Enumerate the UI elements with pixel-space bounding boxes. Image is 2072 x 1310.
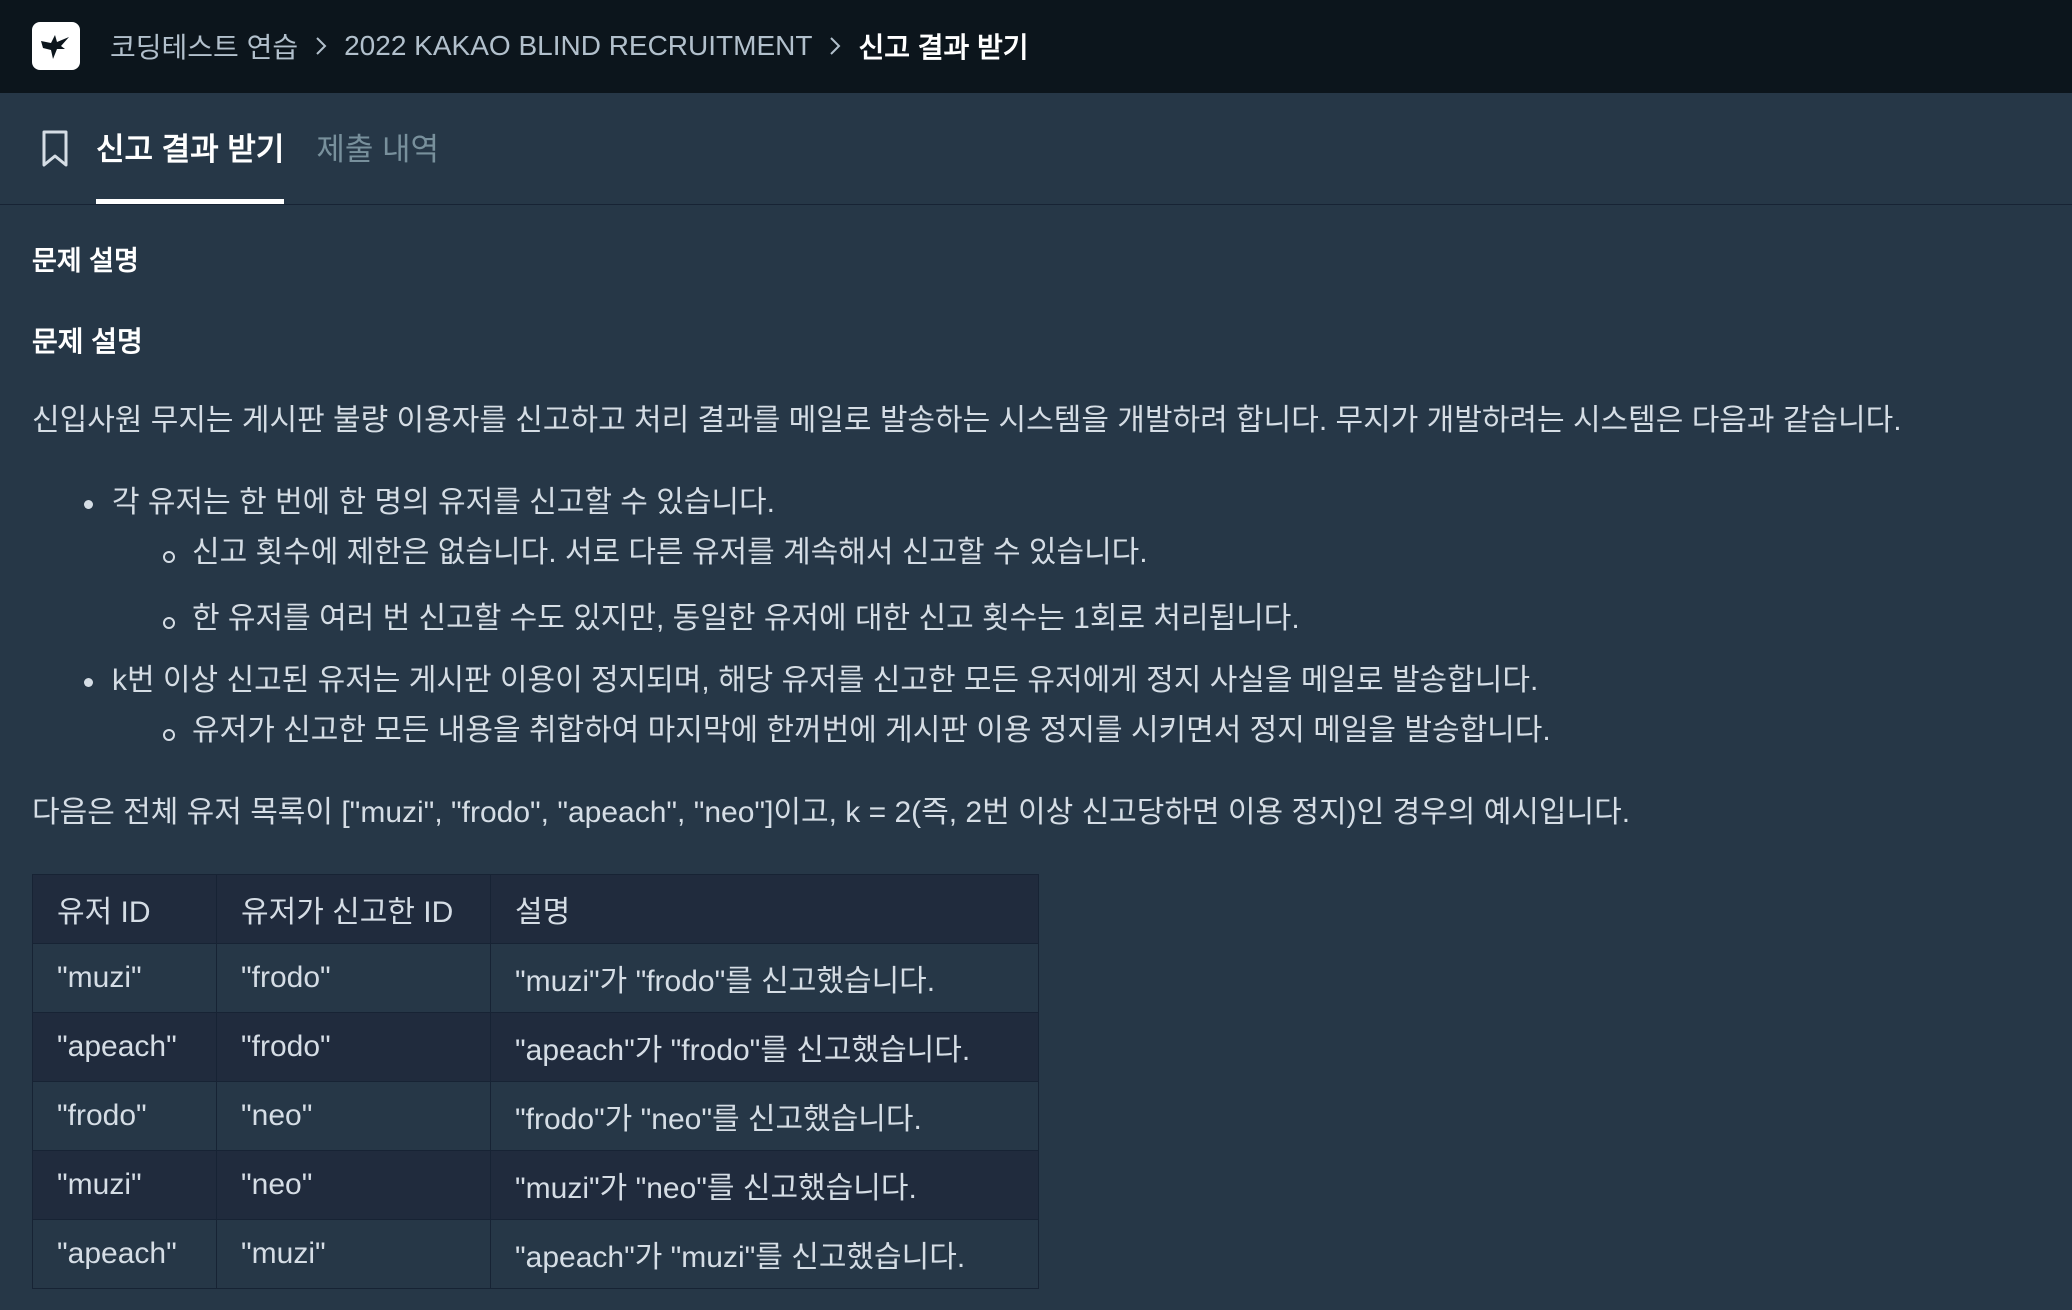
breadcrumb-item-coding-test[interactable]: 코딩테스트 연습 (110, 26, 298, 66)
problem-description: 문제 설명 문제 설명 신입사원 무지는 게시판 불량 이용자를 신고하고 처리… (0, 239, 2072, 1289)
sub-list-item-text: 한 유저를 여러 번 신고할 수도 있지만, 동일한 유저에 대한 신고 횟수는… (192, 602, 1300, 635)
table-cell: "muzi"가 "neo"를 신고했습니다. (490, 1150, 1039, 1220)
tab-submissions[interactable]: 제출 내역 (316, 124, 439, 204)
table-row: "apeach" "frodo" "apeach"가 "frodo"를 신고했습… (32, 1012, 1039, 1082)
table-cell: "frodo" (216, 1012, 491, 1082)
table-cell: "neo" (216, 1081, 491, 1151)
tab-bar: 신고 결과 받기 제출 내역 (0, 93, 2072, 205)
bookmark-icon[interactable] (40, 129, 70, 169)
table-cell: "apeach"가 "frodo"를 신고했습니다. (490, 1012, 1039, 1082)
table-header-row: 유저 ID 유저가 신고한 ID 설명 (32, 874, 1039, 944)
breadcrumb-item-category[interactable]: 2022 KAKAO BLIND RECRUITMENT (344, 30, 812, 62)
list-item: 각 유저는 한 번에 한 명의 유저를 신고할 수 있습니다. 신고 횟수에 제… (32, 482, 2040, 640)
table-cell: "muzi" (216, 1219, 491, 1289)
table-cell: "muzi"가 "frodo"를 신고했습니다. (490, 943, 1039, 1013)
table-row: "muzi" "frodo" "muzi"가 "frodo"를 신고했습니다. (32, 943, 1039, 1013)
table-cell: "frodo" (32, 1081, 217, 1151)
sub-list-item: 유저가 신고한 모든 내용을 취합하여 마지막에 한꺼번에 게시판 이용 정지를… (112, 710, 2040, 752)
table-row: "muzi" "neo" "muzi"가 "neo"를 신고했습니다. (32, 1150, 1039, 1220)
table-header-cell: 유저가 신고한 ID (216, 874, 491, 944)
table-cell: "neo" (216, 1150, 491, 1220)
programmers-logo-icon[interactable] (32, 22, 80, 70)
section-title: 문제 설명 (32, 246, 139, 276)
sub-title: 문제 설명 (32, 326, 143, 357)
sub-list: 신고 횟수에 제한은 없습니다. 서로 다른 유저를 계속해서 신고할 수 있습… (112, 532, 2040, 640)
table-row: "apeach" "muzi" "apeach"가 "muzi"를 신고했습니다… (32, 1219, 1039, 1289)
list-item: k번 이상 신고된 유저는 게시판 이용이 정지되며, 해당 유저를 신고한 모… (32, 660, 2040, 752)
table-cell: "muzi" (32, 1150, 217, 1220)
table-cell: "frodo" (216, 943, 491, 1013)
circle-bullet-icon (163, 551, 175, 563)
table-row: "frodo" "neo" "frodo"가 "neo"를 신고했습니다. (32, 1081, 1039, 1151)
sub-list-item: 신고 횟수에 제한은 없습니다. 서로 다른 유저를 계속해서 신고할 수 있습… (112, 532, 2040, 574)
rules-list: 각 유저는 한 번에 한 명의 유저를 신고할 수 있습니다. 신고 횟수에 제… (32, 482, 2040, 752)
table-cell: "apeach" (32, 1012, 217, 1082)
circle-bullet-icon (163, 729, 175, 741)
list-item-text: k번 이상 신고된 유저는 게시판 이용이 정지되며, 해당 유저를 신고한 모… (112, 664, 1539, 697)
list-item-text: 각 유저는 한 번에 한 명의 유저를 신고할 수 있습니다. (112, 486, 775, 519)
table-cell: "apeach"가 "muzi"를 신고했습니다. (490, 1219, 1039, 1289)
chevron-right-icon (306, 36, 336, 56)
circle-bullet-icon (163, 617, 175, 629)
table-cell: "frodo"가 "neo"를 신고했습니다. (490, 1081, 1039, 1151)
table-cell: "apeach" (32, 1219, 217, 1289)
table-cell: "muzi" (32, 943, 217, 1013)
sub-list: 유저가 신고한 모든 내용을 취합하여 마지막에 한꺼번에 게시판 이용 정지를… (112, 710, 2040, 752)
sub-list-item-text: 유저가 신고한 모든 내용을 취합하여 마지막에 한꺼번에 게시판 이용 정지를… (192, 714, 1551, 747)
tab-problem[interactable]: 신고 결과 받기 (96, 124, 285, 204)
table-header-cell: 유저 ID (32, 874, 217, 944)
bullet-icon (84, 500, 93, 509)
top-bar: 코딩테스트 연습 2022 KAKAO BLIND RECRUITMENT 신고… (0, 0, 2072, 93)
example-intro: 다음은 전체 유저 목록이 ["muzi", "frodo", "apeach"… (32, 796, 1631, 829)
chevron-right-icon (820, 36, 850, 56)
table-header-cell: 설명 (490, 874, 1039, 944)
sub-list-item-text: 신고 횟수에 제한은 없습니다. 서로 다른 유저를 계속해서 신고할 수 있습… (192, 536, 1148, 569)
sub-list-item: 한 유저를 여러 번 신고할 수도 있지만, 동일한 유저에 대한 신고 횟수는… (112, 598, 2040, 640)
intro-paragraph: 신입사원 무지는 게시판 불량 이용자를 신고하고 처리 결과를 메일로 발송하… (32, 404, 1902, 437)
breadcrumb-item-current: 신고 결과 받기 (858, 32, 1029, 63)
example-table: 유저 ID 유저가 신고한 ID 설명 "muzi" "frodo" "muzi… (32, 874, 1039, 1289)
bullet-icon (84, 678, 93, 687)
